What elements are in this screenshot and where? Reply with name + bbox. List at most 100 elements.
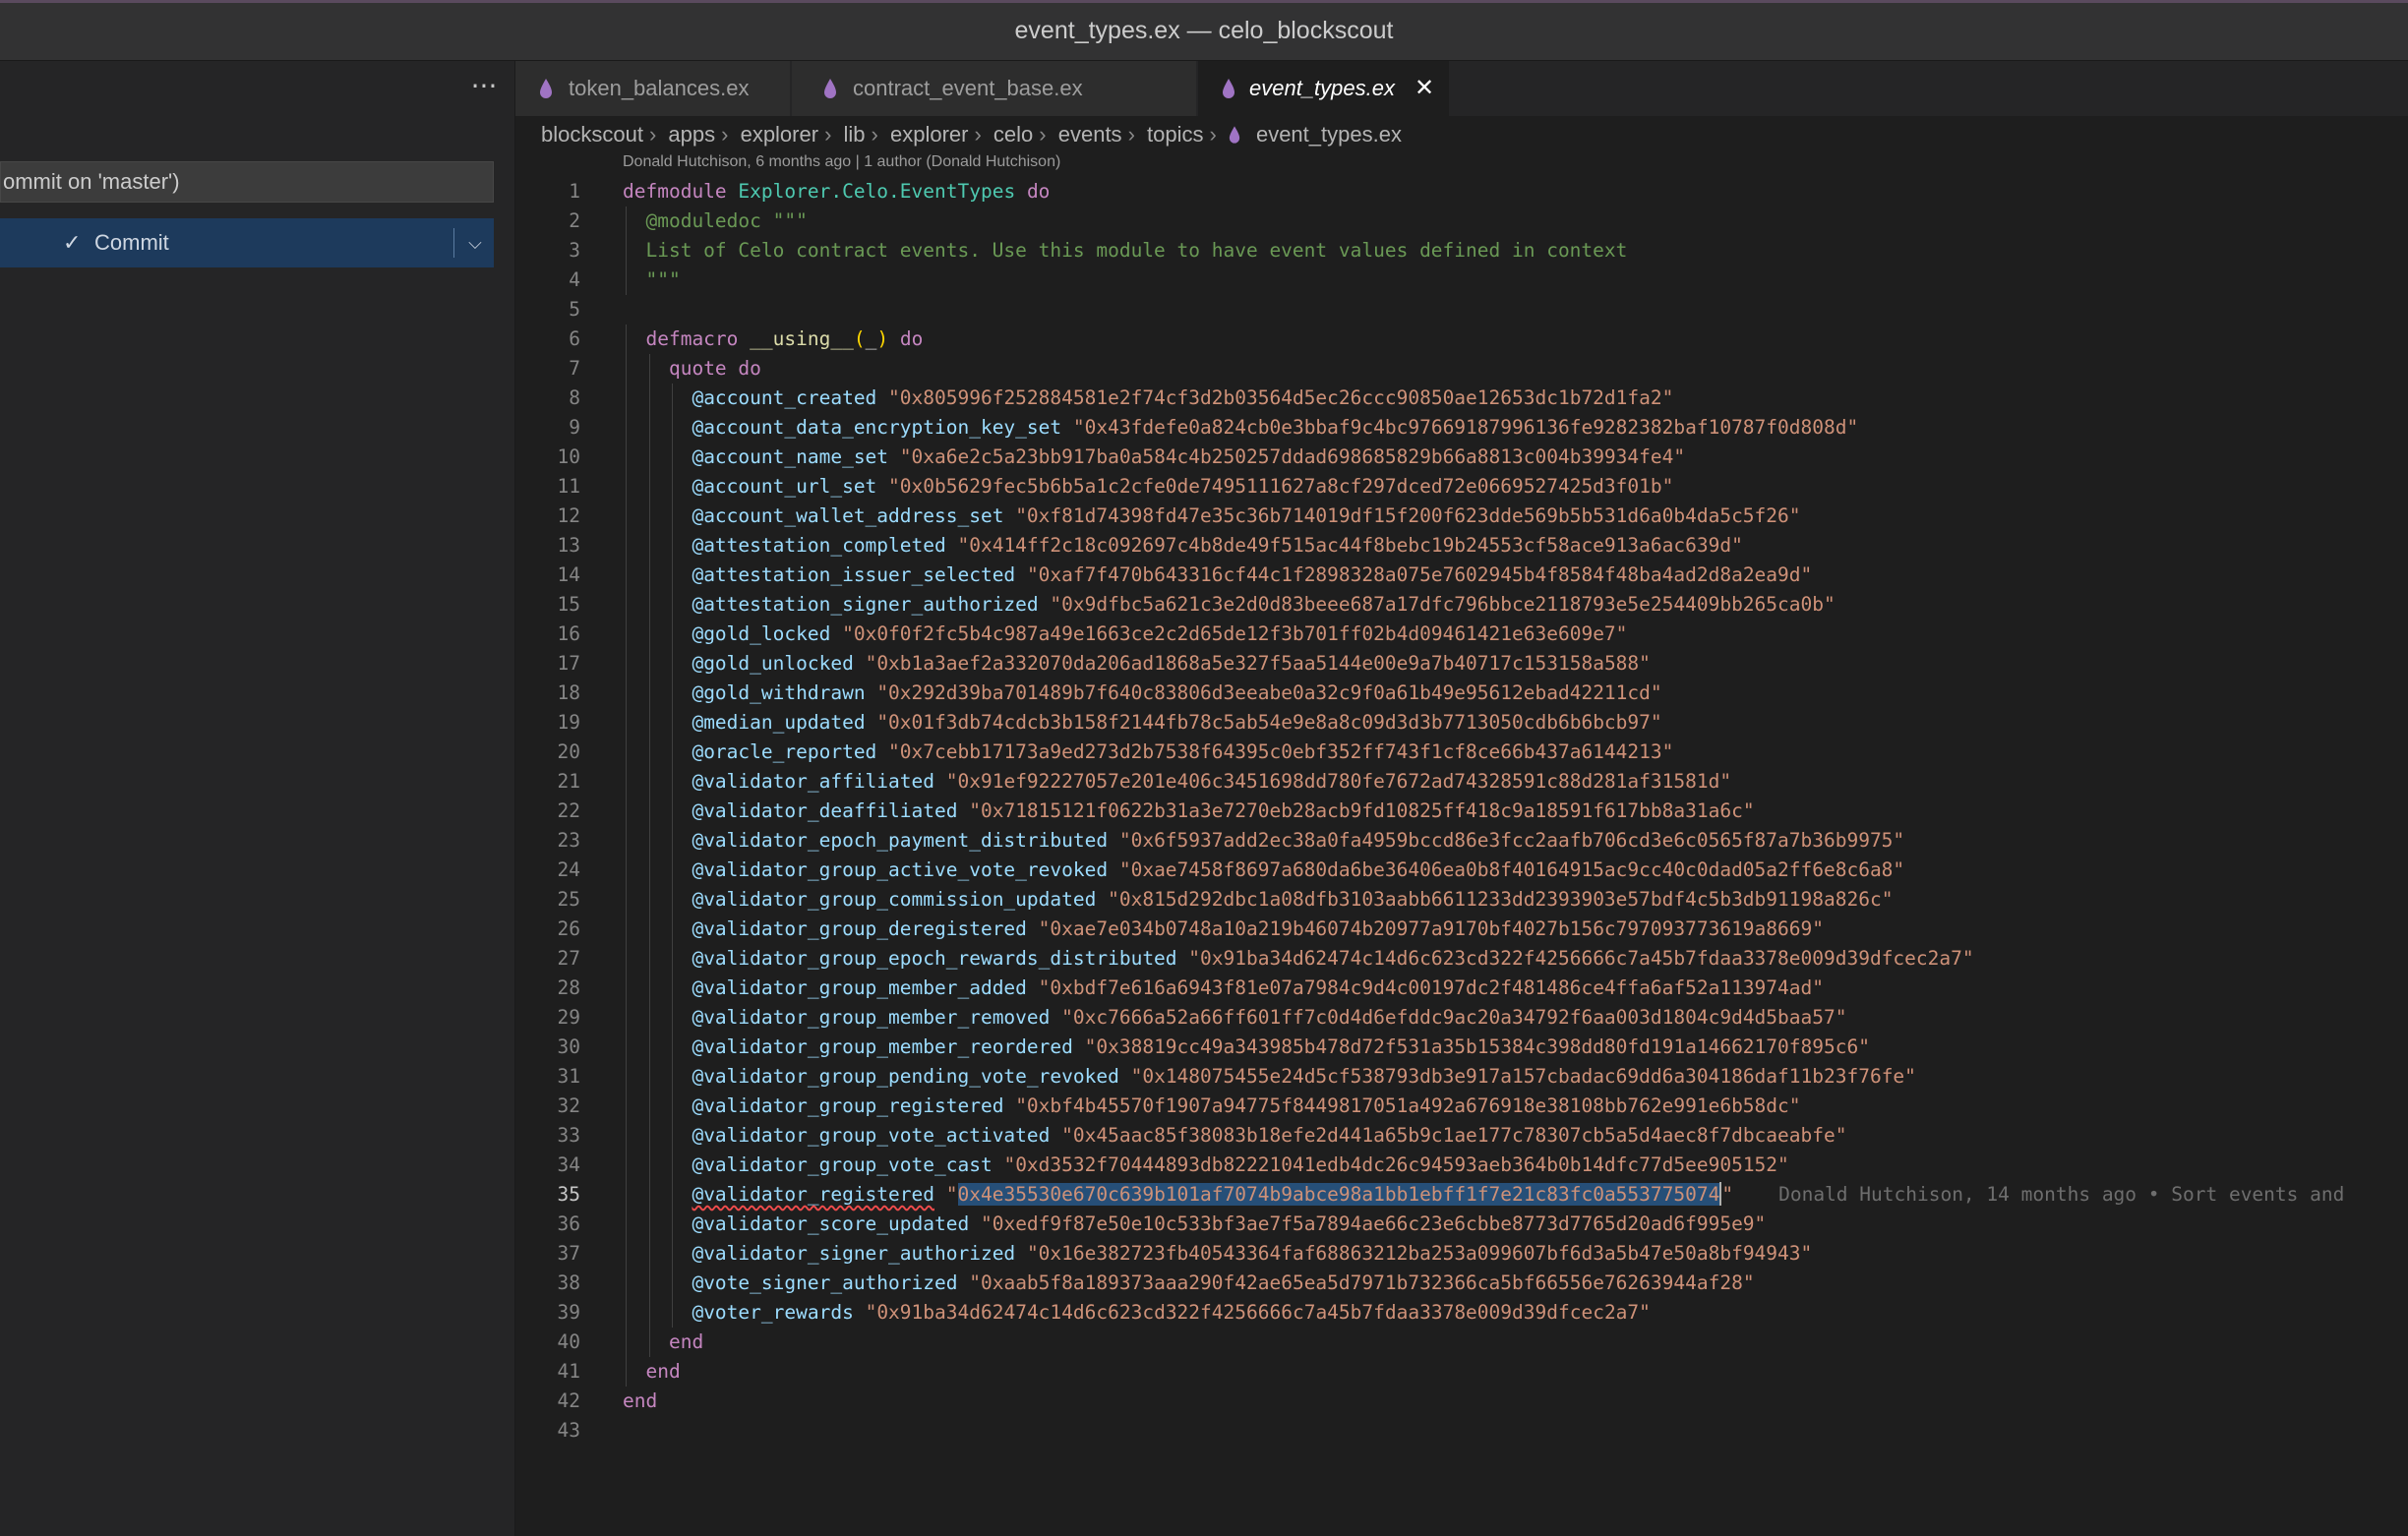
code-text: @gold_unlocked "0xb1a3aef2a332070da206ad… (692, 652, 1651, 675)
code-line[interactable]: 8 @account_created "0x805996f252884581e2… (515, 384, 2408, 413)
title-bar: event_types.ex — celo_blockscout (0, 0, 2408, 61)
elixir-file-icon (1229, 126, 1240, 144)
code-text: @median_updated "0x01f3db74cdcb3b158f214… (692, 711, 1662, 734)
code-line[interactable]: 39 @voter_rewards "0x91ba34d62474c14d6c6… (515, 1298, 2408, 1328)
code-line[interactable]: 24 @validator_group_active_vote_revoked … (515, 856, 2408, 885)
code-text: end (645, 1360, 681, 1383)
code-line[interactable]: 33 @validator_group_vote_activated "0x45… (515, 1121, 2408, 1151)
code-text: @account_name_set "0xa6e2c5a23bb917ba0a5… (692, 445, 1686, 468)
code-line[interactable]: 32 @validator_group_registered "0xbf4b45… (515, 1092, 2408, 1121)
commit-button[interactable]: ✓ Commit ⌵ (0, 218, 494, 267)
line-number: 23 (557, 829, 580, 852)
code-line[interactable]: 38 @vote_signer_authorized "0xaab5f8a189… (515, 1269, 2408, 1298)
code-line[interactable]: 10 @account_name_set "0xa6e2c5a23bb917ba… (515, 443, 2408, 472)
code-line[interactable]: 31 @validator_group_pending_vote_revoked… (515, 1062, 2408, 1092)
line-number: 42 (557, 1389, 580, 1412)
line-number: 18 (557, 681, 580, 704)
breadcrumb-item[interactable]: explorer (741, 118, 818, 151)
line-number: 34 (557, 1153, 580, 1176)
chevron-down-icon[interactable]: ⌵ (458, 218, 492, 267)
code-line[interactable]: 3 List of Celo contract events. Use this… (515, 236, 2408, 266)
code-text: @validator_group_member_added "0xbdf7e61… (692, 976, 1824, 999)
tab-event-types[interactable]: event_types.ex ✕ (1198, 61, 1450, 116)
code-line[interactable]: 23 @validator_epoch_payment_distributed … (515, 826, 2408, 856)
line-number: 5 (569, 298, 580, 321)
line-number: 40 (557, 1330, 580, 1353)
code-text: @validator_deaffiliated "0x71815121f0622… (692, 799, 1755, 822)
elixir-file-icon (540, 79, 552, 98)
code-line[interactable]: 22 @validator_deaffiliated "0x71815121f0… (515, 797, 2408, 826)
code-line[interactable]: 26 @validator_group_deregistered "0xae7e… (515, 915, 2408, 944)
code-text: @attestation_issuer_selected "0xaf7f470b… (692, 563, 1813, 586)
breadcrumb-item[interactable]: events (1058, 118, 1122, 151)
code-text: @moduledoc """ (645, 209, 808, 232)
code-line[interactable]: 35 @validator_registered "0x4e35530e670c… (515, 1180, 2408, 1210)
code-line[interactable]: 11 @account_url_set "0x0b5629fec5b6b5a1c… (515, 472, 2408, 502)
close-icon[interactable]: ✕ (1415, 61, 1434, 116)
line-number: 25 (557, 888, 580, 911)
line-number: 22 (557, 799, 580, 822)
code-line[interactable]: 28 @validator_group_member_added "0xbdf7… (515, 974, 2408, 1003)
code-line[interactable]: 15 @attestation_signer_authorized "0x9df… (515, 590, 2408, 620)
line-number: 33 (557, 1124, 580, 1147)
code-line[interactable]: 20 @oracle_reported "0x7cebb17173a9ed273… (515, 738, 2408, 767)
breadcrumb-item-file[interactable]: event_types.ex (1256, 118, 1402, 151)
code-line[interactable]: 9 @account_data_encryption_key_set "0x43… (515, 413, 2408, 443)
code-line[interactable]: 34 @validator_group_vote_cast "0xd3532f7… (515, 1151, 2408, 1180)
code-line[interactable]: 14 @attestation_issuer_selected "0xaf7f4… (515, 561, 2408, 590)
code-line[interactable]: 27 @validator_group_epoch_rewards_distri… (515, 944, 2408, 974)
line-number: 7 (569, 357, 580, 380)
git-blame-codelens[interactable]: Donald Hutchison, 6 months ago | 1 autho… (623, 151, 1060, 173)
inline-blame: Donald Hutchison, 14 months ago • Sort e… (1778, 1183, 2345, 1206)
breadcrumb-item[interactable]: topics (1147, 118, 1203, 151)
commit-button-divider (453, 228, 454, 258)
code-line[interactable]: 36 @validator_score_updated "0xedf9f87e5… (515, 1210, 2408, 1239)
code-text: @validator_registered "0x4e35530e670c639… (692, 1182, 2345, 1206)
check-icon: ✓ (63, 230, 82, 255)
line-number: 20 (557, 740, 580, 763)
code-text: @gold_withdrawn "0x292d39ba701489b7f640c… (692, 681, 1662, 704)
code-line[interactable]: 2 @moduledoc """ (515, 207, 2408, 236)
code-line[interactable]: 1 defmodule Explorer.Celo.EventTypes do (515, 177, 2408, 207)
code-line[interactable]: 7 quote do (515, 354, 2408, 384)
line-number: 32 (557, 1094, 580, 1117)
breadcrumb-item[interactable]: explorer (890, 118, 968, 151)
code-line[interactable]: 16 @gold_locked "0x0f0f2fc5b4c987a49e166… (515, 620, 2408, 649)
code-line[interactable]: 6 defmacro __using__(_) do (515, 325, 2408, 354)
code-editor[interactable]: 1 defmodule Explorer.Celo.EventTypes do 2 … (515, 177, 2408, 1475)
breadcrumb-item[interactable]: lib (844, 118, 866, 151)
code-text: @validator_group_pending_vote_revoked "0… (692, 1065, 1916, 1088)
code-line[interactable]: 43 (515, 1416, 2408, 1446)
breadcrumb-item[interactable]: blockscout (541, 118, 643, 151)
code-line[interactable]: 4 """ (515, 266, 2408, 295)
code-line[interactable]: 29 @validator_group_member_removed "0xc7… (515, 1003, 2408, 1033)
code-line[interactable]: 21 @validator_affiliated "0x91ef92227057… (515, 767, 2408, 797)
code-line[interactable]: 17 @gold_unlocked "0xb1a3aef2a332070da20… (515, 649, 2408, 679)
code-line[interactable]: 12 @account_wallet_address_set "0xf81d74… (515, 502, 2408, 531)
code-line[interactable]: 40 end (515, 1328, 2408, 1357)
breadcrumb-item[interactable]: celo (993, 118, 1033, 151)
line-number: 26 (557, 917, 580, 940)
code-line[interactable]: 5 (515, 295, 2408, 325)
code-text: @account_wallet_address_set "0xf81d74398… (692, 504, 1801, 527)
more-actions-icon[interactable]: ··· (464, 67, 504, 106)
code-text: @validator_group_member_removed "0xc7666… (692, 1006, 1847, 1029)
code-text: @validator_signer_authorized "0x16e38272… (692, 1242, 1813, 1265)
commit-message-input[interactable]: ommit on 'master') (0, 161, 494, 203)
code-line[interactable]: 25 @validator_group_commission_updated "… (515, 885, 2408, 915)
tab-contract-event-base[interactable]: contract_event_base.ex (792, 61, 1197, 116)
code-line[interactable]: 13 @attestation_completed "0x414ff2c18c0… (515, 531, 2408, 561)
code-text: @validator_group_vote_cast "0xd3532f7044… (692, 1153, 1789, 1176)
line-number: 4 (569, 268, 580, 291)
breadcrumb-item[interactable]: apps (668, 118, 715, 151)
code-line[interactable]: 41 end (515, 1357, 2408, 1387)
code-text: @account_created "0x805996f252884581e2f7… (692, 386, 1674, 409)
code-line[interactable]: 19 @median_updated "0x01f3db74cdcb3b158f… (515, 708, 2408, 738)
code-line[interactable]: 37 @validator_signer_authorized "0x16e38… (515, 1239, 2408, 1269)
code-line[interactable]: 42 end (515, 1387, 2408, 1416)
line-number: 1 (569, 180, 580, 203)
tab-token-balances[interactable]: token_balances.ex (515, 61, 791, 116)
code-line[interactable]: 30 @validator_group_member_reordered "0x… (515, 1033, 2408, 1062)
code-line[interactable]: 18 @gold_withdrawn "0x292d39ba701489b7f6… (515, 679, 2408, 708)
line-number: 17 (557, 652, 580, 675)
